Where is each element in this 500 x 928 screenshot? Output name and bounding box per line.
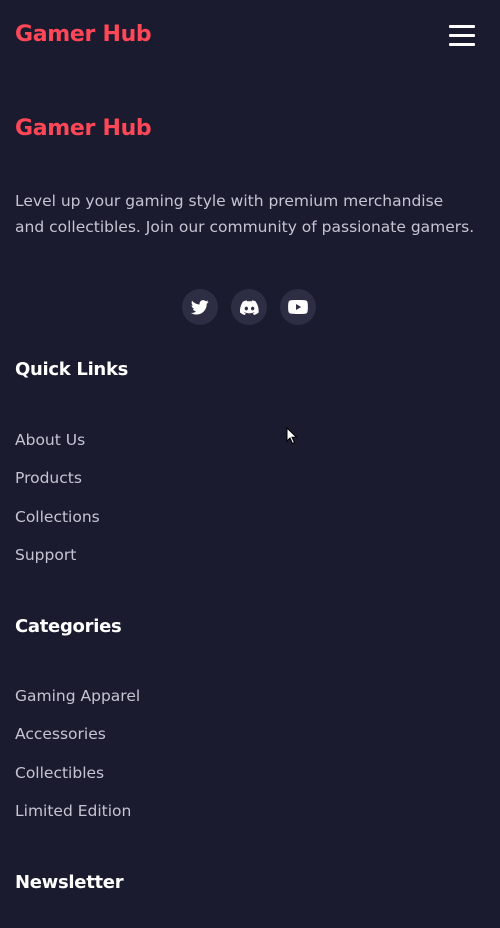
category-link-accessories[interactable]: Accessories [15,722,140,760]
mouse-pointer-icon [286,427,298,445]
youtube-button[interactable] [280,289,316,325]
discord-button[interactable] [231,289,267,325]
quick-links-heading: Quick Links [15,359,129,380]
discord-icon [239,299,259,315]
brand-logo[interactable]: Gamer Hub [15,20,152,50]
categories-heading: Categories [15,616,122,637]
hamburger-line [449,43,475,46]
newsletter-heading: Newsletter [15,872,124,893]
hamburger-line [449,34,475,37]
twitter-button[interactable] [182,289,218,325]
footer-tagline: Level up your gaming style with premium … [15,192,475,236]
top-navbar: Gamer Hub [0,0,500,72]
category-link-collectibles[interactable]: Collectibles [15,761,140,799]
quick-link-collections[interactable]: Collections [15,505,100,543]
twitter-icon [191,299,209,315]
quick-link-support[interactable]: Support [15,543,100,581]
categories-list: Gaming Apparel Accessories Collectibles … [15,684,140,838]
category-link-gaming-apparel[interactable]: Gaming Apparel [15,684,140,722]
quick-links-list: About Us Products Collections Support [15,428,100,582]
category-link-limited-edition[interactable]: Limited Edition [15,799,140,837]
youtube-icon [288,300,308,314]
hamburger-line [449,25,475,28]
footer-brand-title: Gamer Hub [15,116,152,141]
social-links [182,289,316,325]
quick-link-products[interactable]: Products [15,466,100,504]
quick-link-about-us[interactable]: About Us [15,428,100,466]
hamburger-menu-icon[interactable] [449,24,475,48]
